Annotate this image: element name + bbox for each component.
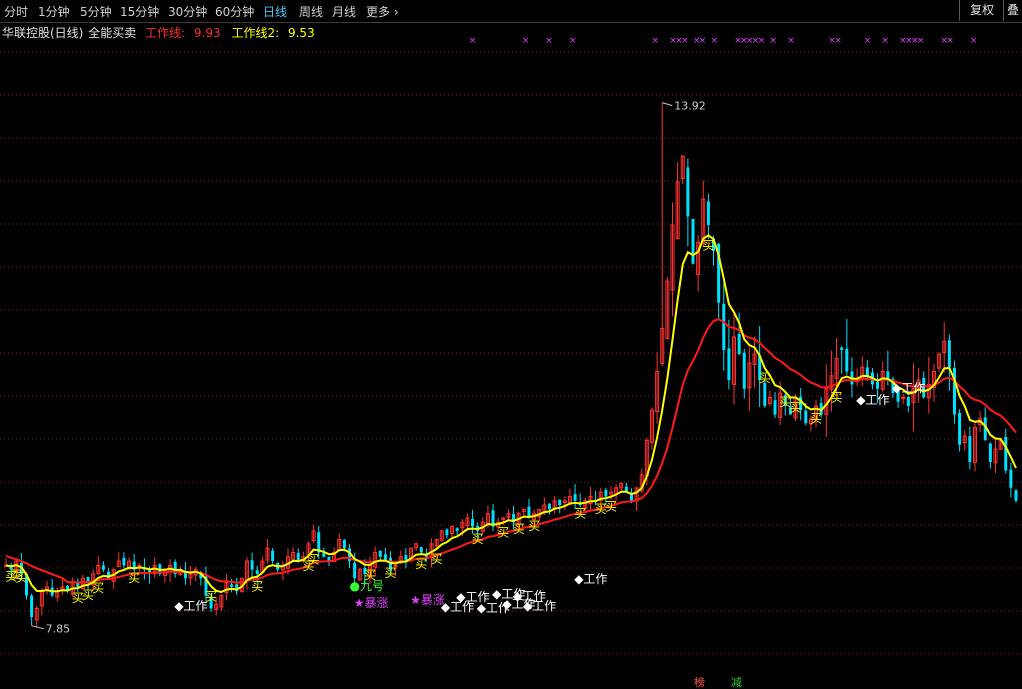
candle-body [445, 529, 449, 536]
work-signal: ◆工作 [892, 381, 925, 395]
work-signal: ◆工作 [523, 599, 556, 613]
candle-body [419, 547, 423, 553]
buy-signal: 买 [513, 522, 525, 536]
buy-signal: 买 [15, 570, 27, 584]
buy-signal: 买 [810, 412, 822, 426]
buy-signal: 买 [431, 552, 443, 566]
candle-body [845, 348, 849, 372]
x-marker: × [834, 36, 842, 46]
candle-body [947, 340, 951, 368]
x-marker: × [545, 36, 553, 46]
buy-signal: 买 [251, 580, 263, 594]
x-marker: × [469, 36, 477, 46]
x-marker: × [652, 36, 660, 46]
kline-chart[interactable]: 13.927.85× × × × × ××× ×× × ××××× × × ×× × × ×××× ×× ×买买… [0, 0, 1022, 689]
candle-body [547, 503, 551, 510]
candle-body [30, 595, 34, 618]
candle-body [250, 560, 254, 570]
buy-signal: 买 [308, 553, 320, 567]
candle-body [255, 570, 259, 574]
min-price-label: 7.85 [46, 623, 71, 636]
x-marker: × [917, 36, 925, 46]
surge-signal: ★暴涨 [410, 592, 445, 607]
buy-signal: 买 [385, 566, 397, 580]
x-marker: × [970, 36, 978, 46]
reduce-badge: 减 [731, 676, 742, 689]
nine-signal: ●九号 [350, 579, 384, 593]
candle-body [742, 352, 746, 389]
work-line-1 [5, 318, 1017, 584]
candle-body [342, 539, 346, 549]
buy-signal: 买 [605, 500, 617, 514]
buy-signal: 买 [759, 371, 771, 385]
candle-body [122, 557, 126, 566]
buy-signal: 买 [574, 506, 586, 520]
x-marker: × [864, 36, 872, 46]
work-signal: ◆工作 [574, 572, 607, 586]
candle-body [558, 499, 562, 506]
candle-body [378, 550, 382, 557]
candle-body [230, 584, 234, 587]
candle-body [686, 167, 690, 217]
candle-body [840, 347, 844, 350]
candle-body [906, 397, 910, 406]
x-marker: × [758, 36, 766, 46]
x-marker: × [769, 36, 777, 46]
work-signal: ◆工作 [856, 393, 889, 407]
work-signal: ◆工作 [174, 599, 207, 613]
candle-body [958, 412, 962, 445]
candle-body [573, 494, 577, 501]
x-marker: × [681, 36, 689, 46]
candle-body [876, 381, 880, 389]
buy-signal: 买 [790, 400, 802, 414]
candle-body [706, 201, 710, 225]
x-marker: × [946, 36, 954, 46]
candle-body [471, 518, 475, 527]
x-marker: × [881, 36, 889, 46]
x-marker: × [699, 36, 707, 46]
max-price-label: 13.92 [674, 100, 706, 113]
candle-body [773, 400, 777, 415]
candle-body [804, 410, 808, 424]
min-pointer [31, 625, 44, 630]
candle-body [722, 303, 726, 350]
buy-signal: 买 [128, 571, 140, 585]
candle-body [727, 348, 731, 381]
buy-signal: 买 [831, 391, 843, 405]
rank-badge: 榜 [694, 675, 705, 689]
candle-body [737, 334, 741, 355]
x-marker: × [711, 36, 719, 46]
buy-signal: 买 [92, 581, 104, 595]
work-line-2 [5, 234, 1017, 594]
candle-body [101, 565, 105, 570]
candle-body [968, 436, 972, 462]
candle-body [455, 528, 459, 531]
max-pointer [662, 102, 673, 107]
buy-signal: 买 [528, 519, 540, 533]
x-marker: × [522, 36, 530, 46]
buy-signal: 买 [497, 526, 509, 540]
surge-signal: ★暴涨 [354, 595, 389, 610]
buy-signal: 买 [472, 532, 484, 546]
candle-body [691, 219, 695, 264]
candle-body [865, 367, 869, 376]
candle-body [763, 382, 767, 406]
candle-body [604, 489, 608, 497]
x-marker: × [787, 36, 795, 46]
candle-body [1009, 469, 1013, 488]
buy-signal: 买 [702, 238, 714, 252]
candle-body [1014, 490, 1018, 501]
buy-signal: 买 [415, 557, 427, 571]
x-marker: × [569, 36, 577, 46]
candle-body [988, 443, 992, 462]
candle-body [353, 562, 357, 579]
candle-body [271, 550, 275, 562]
candle-body [1004, 437, 1008, 471]
